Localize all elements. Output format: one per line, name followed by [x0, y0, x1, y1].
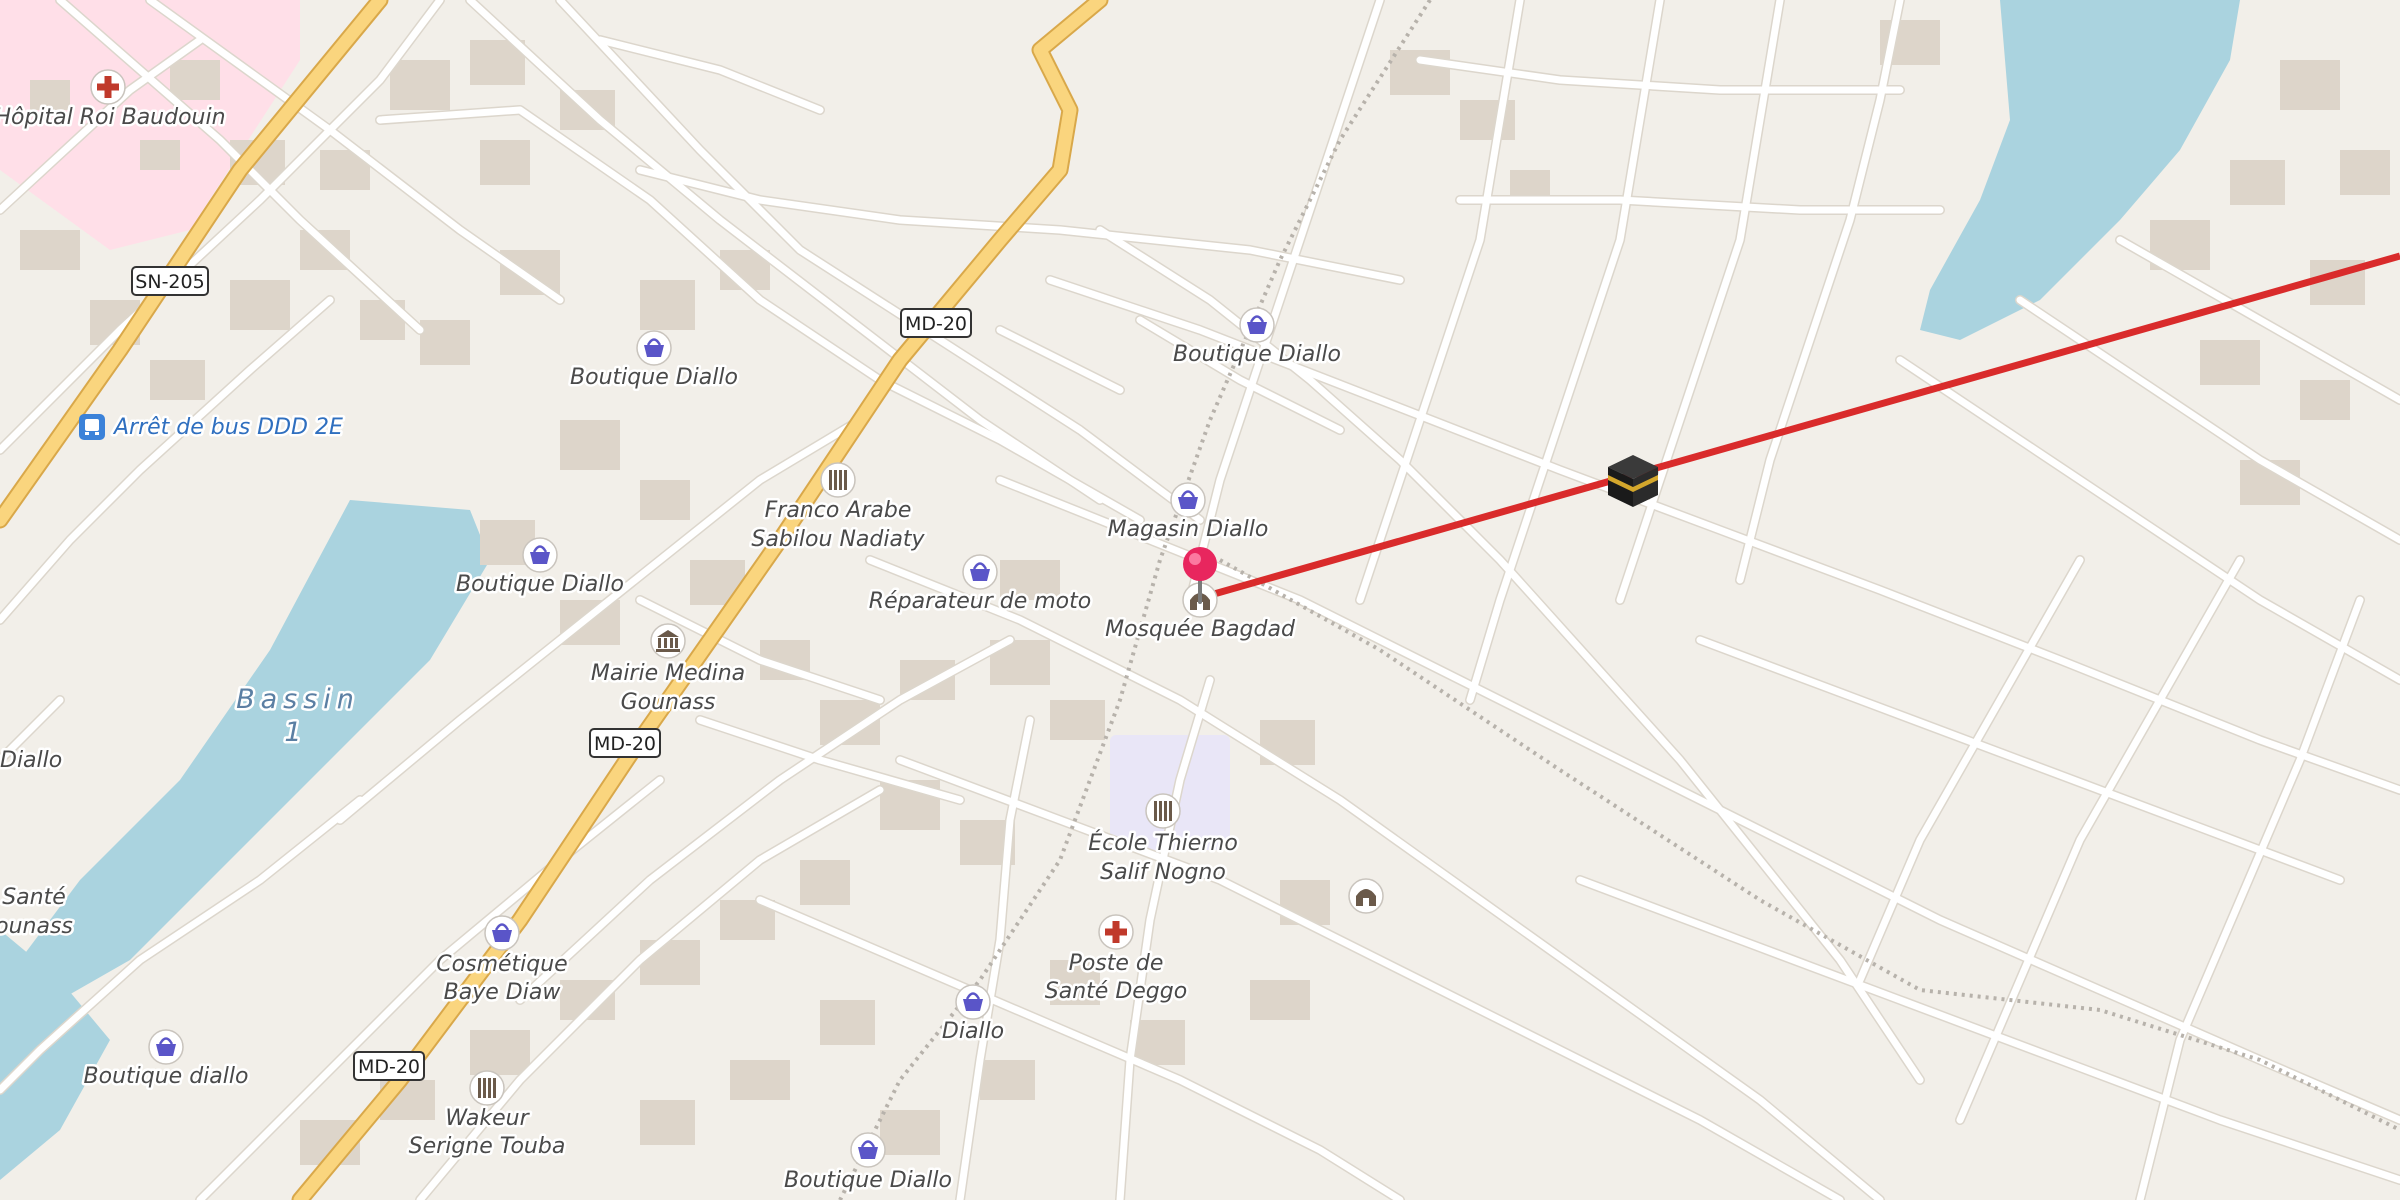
shop-basket-icon: [635, 329, 673, 367]
shop-basket-icon: [147, 1028, 185, 1066]
shop-basket-icon: [954, 983, 992, 1021]
mosque-icon: [1348, 878, 1384, 914]
svg-text:Gounass: Gounass: [621, 690, 716, 715]
shop-basket-icon: [483, 914, 521, 952]
svg-text:Réparateur de moto: Réparateur de moto: [869, 589, 1091, 614]
road-shield-md20: MD-20: [353, 1051, 425, 1081]
school-icon: [820, 462, 856, 498]
shop-basket-icon: [849, 1131, 887, 1169]
svg-text:Franco Arabe: Franco Arabe: [765, 498, 912, 523]
svg-text:ounass: ounass: [0, 914, 73, 939]
svg-text:École Thierno: École Thierno: [1088, 830, 1238, 856]
water-label-number: 1: [284, 717, 307, 748]
road-shield-md20: MD-20: [589, 728, 661, 758]
svg-text:Boutique Diallo: Boutique Diallo: [1173, 342, 1341, 367]
svg-text:Wakeur: Wakeur: [445, 1106, 530, 1131]
map-canvas[interactable]: SN-205 MD-20 MD-20 MD-20 Bassin 1 Hôpita…: [0, 0, 2400, 1200]
svg-text:Mosquée Bagdad: Mosquée Bagdad: [1105, 617, 1296, 642]
svg-text:Magasin Diallo: Magasin Diallo: [1108, 517, 1269, 542]
svg-text:Boutique Diallo: Boutique Diallo: [456, 572, 624, 597]
svg-text:Boutique Diallo: Boutique Diallo: [570, 365, 738, 390]
svg-text:MD-20: MD-20: [594, 733, 656, 755]
svg-text:MD-20: MD-20: [905, 313, 967, 335]
svg-text:Santé: Santé: [2, 885, 66, 910]
svg-text:Sabilou Nadiaty: Sabilou Nadiaty: [751, 527, 925, 552]
road-shield-sn205: SN-205: [131, 266, 209, 296]
svg-text:Santé Deggo: Santé Deggo: [1045, 979, 1187, 1004]
shop-basket-icon: [961, 553, 999, 591]
poi-diallo-left[interactable]: Diallo: [0, 746, 65, 776]
shop-basket-icon: [1238, 306, 1276, 344]
svg-text:Salif Nogno: Salif Nogno: [1100, 860, 1226, 885]
svg-text:Poste de: Poste de: [1069, 951, 1164, 976]
svg-text:Baye Diaw: Baye Diaw: [444, 980, 562, 1005]
hospital-cross-icon: [90, 69, 126, 105]
svg-text:Boutique diallo: Boutique diallo: [84, 1064, 249, 1089]
hospital-cross-icon: [1098, 914, 1134, 950]
svg-text:MD-20: MD-20: [358, 1056, 420, 1078]
poi-mosque-unnamed[interactable]: [1348, 878, 1384, 914]
svg-text:Hôpital Roi Baudouin: Hôpital Roi Baudouin: [0, 105, 226, 130]
shop-basket-icon: [1169, 481, 1207, 519]
water-label-bassin: Bassin: [236, 684, 360, 715]
school-icon: [469, 1070, 505, 1106]
shop-basket-icon: [521, 536, 559, 574]
svg-text:Boutique Diallo: Boutique Diallo: [784, 1168, 952, 1193]
bus-stop-icon: [79, 414, 105, 440]
poi-arret-de-bus[interactable]: Arrêt de bus DDD 2E: [79, 413, 345, 443]
svg-text:Arrêt de bus DDD 2E: Arrêt de bus DDD 2E: [112, 415, 343, 440]
town-hall-icon: [650, 623, 686, 659]
svg-text:Cosmétique: Cosmétique: [436, 952, 567, 977]
svg-text:Mairie Medina: Mairie Medina: [591, 661, 745, 686]
svg-text:Diallo: Diallo: [0, 748, 62, 773]
school-icon: [1145, 793, 1181, 829]
svg-text:Diallo: Diallo: [942, 1019, 1004, 1044]
svg-text:SN-205: SN-205: [135, 271, 204, 293]
svg-text:Serigne Touba: Serigne Touba: [409, 1134, 566, 1159]
road-shield-md20: MD-20: [900, 308, 972, 338]
